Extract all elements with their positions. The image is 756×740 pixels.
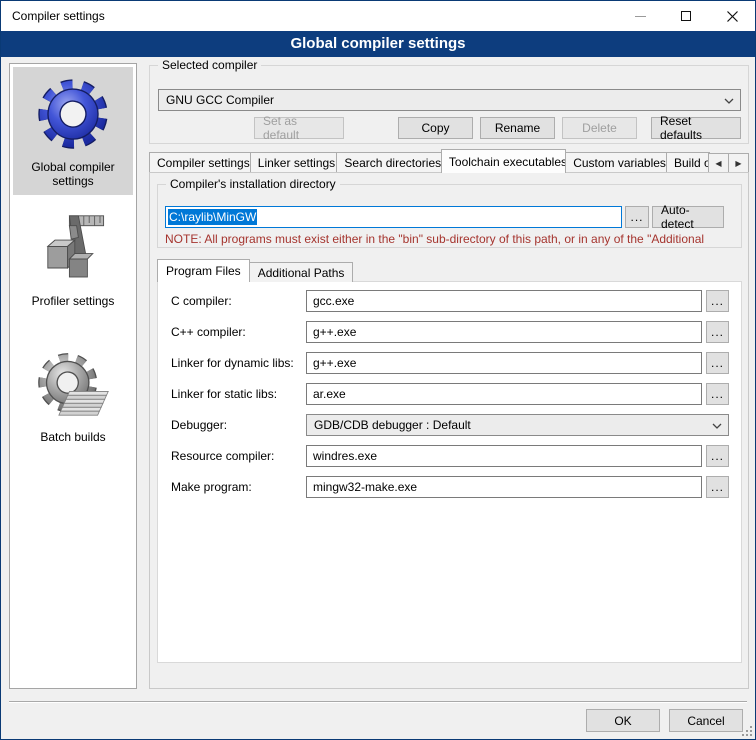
- maximize-icon: [681, 11, 691, 21]
- tab-additional-paths[interactable]: Additional Paths: [249, 262, 354, 282]
- copy-button[interactable]: Copy: [398, 117, 473, 139]
- footer-divider: [9, 701, 747, 703]
- c-compiler-browse-button[interactable]: ...: [706, 290, 729, 312]
- tab-toolchain-executables[interactable]: Toolchain executables: [441, 149, 566, 173]
- sidebar-item-profiler-settings[interactable]: Profiler settings: [13, 203, 133, 315]
- close-icon: [727, 11, 738, 22]
- dynamic-linker-input[interactable]: g++.exe: [306, 352, 702, 374]
- tab-custom-variables[interactable]: Custom variables: [565, 152, 667, 173]
- field-label: C compiler:: [171, 294, 232, 308]
- ellipsis-icon: ...: [711, 327, 724, 337]
- sidebar-item-label: Batch builds: [40, 430, 105, 444]
- debugger-select-value: GDB/CDB debugger : Default: [314, 418, 471, 432]
- compiler-select-value: GNU GCC Compiler: [166, 93, 274, 107]
- compiler-select[interactable]: GNU GCC Compiler: [158, 89, 741, 111]
- selected-compiler-group: Selected compiler GNU GCC Compiler Set a…: [149, 65, 749, 144]
- selected-compiler-group-label: Selected compiler: [158, 58, 261, 72]
- cpp-compiler-browse-button[interactable]: ...: [706, 321, 729, 343]
- compiler-action-buttons: Set as default Copy Rename Delete Reset …: [158, 117, 741, 139]
- tab-compiler-settings[interactable]: Compiler settings: [149, 152, 251, 173]
- delete-button: Delete: [562, 117, 637, 139]
- sidebar-item-label: Profiler settings: [32, 294, 115, 308]
- field-value: mingw32-make.exe: [313, 480, 417, 494]
- ellipsis-icon: ...: [711, 389, 724, 399]
- field-value: windres.exe: [313, 449, 377, 463]
- program-tabstrip: Program Files Additional Paths: [157, 259, 352, 282]
- settings-sidebar: Global compiler settings Profiler settin…: [9, 63, 137, 689]
- tab-scroll-buttons: ◀ ▶: [709, 153, 749, 173]
- field-label: C++ compiler:: [171, 325, 246, 339]
- ellipsis-icon: ...: [711, 451, 724, 461]
- window-controls: [617, 1, 755, 31]
- arrow-right-icon: ▶: [735, 159, 741, 168]
- minimize-button[interactable]: [617, 1, 663, 31]
- c-compiler-input[interactable]: gcc.exe: [306, 290, 702, 312]
- make-program-input[interactable]: mingw32-make.exe: [306, 476, 702, 498]
- tab-search-directories[interactable]: Search directories: [336, 152, 442, 173]
- rename-button[interactable]: Rename: [480, 117, 555, 139]
- batch-builds-icon: [36, 348, 110, 426]
- tab-scroll-left-button[interactable]: ◀: [708, 153, 729, 173]
- field-value: g++.exe: [313, 356, 356, 370]
- maximize-button[interactable]: [663, 1, 709, 31]
- resource-compiler-input[interactable]: windres.exe: [306, 445, 702, 467]
- installation-directory-group: Compiler's installation directory C:\ray…: [157, 184, 742, 248]
- dynamic-linker-browse-button[interactable]: ...: [706, 352, 729, 374]
- field-label: Linker for dynamic libs:: [171, 356, 294, 370]
- browse-directory-button[interactable]: ...: [625, 206, 649, 228]
- installation-directory-input[interactable]: C:\raylib\MinGW: [165, 206, 622, 228]
- sidebar-item-label: Global compiler settings: [31, 160, 114, 188]
- sidebar-item-global-compiler-settings[interactable]: Global compiler settings: [13, 67, 133, 195]
- compiler-settings-dialog: Compiler settings Global compiler settin…: [0, 0, 756, 740]
- ellipsis-icon: ...: [631, 212, 644, 222]
- window-title: Compiler settings: [1, 9, 105, 23]
- installation-directory-value: C:\raylib\MinGW: [168, 209, 257, 225]
- ok-button[interactable]: OK: [586, 709, 660, 732]
- resource-compiler-browse-button[interactable]: ...: [706, 445, 729, 467]
- arrow-left-icon: ◀: [715, 159, 721, 168]
- reset-defaults-button[interactable]: Reset defaults: [651, 117, 741, 139]
- resize-grip[interactable]: [742, 726, 752, 736]
- installation-directory-group-label: Compiler's installation directory: [166, 177, 340, 191]
- tab-build-options[interactable]: Build options: [666, 152, 710, 173]
- set-as-default-button: Set as default: [254, 117, 344, 139]
- minimize-icon: [635, 16, 646, 17]
- ellipsis-icon: ...: [711, 482, 724, 492]
- ellipsis-icon: ...: [711, 358, 724, 368]
- chevron-down-icon: [724, 98, 734, 104]
- tab-program-files[interactable]: Program Files: [157, 259, 250, 282]
- caliper-icon: [37, 210, 109, 290]
- installation-note: NOTE: All programs must exist either in …: [165, 232, 737, 246]
- ellipsis-icon: ...: [711, 296, 724, 306]
- field-label: Make program:: [171, 480, 252, 494]
- tab-scroll-right-button[interactable]: ▶: [728, 153, 749, 173]
- field-label: Linker for static libs:: [171, 387, 277, 401]
- static-linker-browse-button[interactable]: ...: [706, 383, 729, 405]
- field-label: Debugger:: [171, 418, 227, 432]
- static-linker-input[interactable]: ar.exe: [306, 383, 702, 405]
- close-button[interactable]: [709, 1, 755, 31]
- field-label: Resource compiler:: [171, 449, 274, 463]
- field-value: g++.exe: [313, 325, 356, 339]
- page-title: Global compiler settings: [1, 31, 755, 57]
- blue-gear-icon: [36, 74, 110, 156]
- title-bar: Compiler settings: [1, 1, 755, 31]
- chevron-down-icon: [712, 423, 722, 429]
- sidebar-item-batch-builds[interactable]: Batch builds: [13, 341, 133, 451]
- field-value: gcc.exe: [313, 294, 354, 308]
- field-value: ar.exe: [313, 387, 346, 401]
- settings-tabstrip: Compiler settings Linker settings Search…: [149, 149, 749, 173]
- cpp-compiler-input[interactable]: g++.exe: [306, 321, 702, 343]
- tab-linker-settings[interactable]: Linker settings: [250, 152, 338, 173]
- auto-detect-button[interactable]: Auto-detect: [652, 206, 724, 228]
- cancel-button[interactable]: Cancel: [669, 709, 743, 732]
- debugger-select[interactable]: GDB/CDB debugger : Default: [306, 414, 729, 436]
- make-program-browse-button[interactable]: ...: [706, 476, 729, 498]
